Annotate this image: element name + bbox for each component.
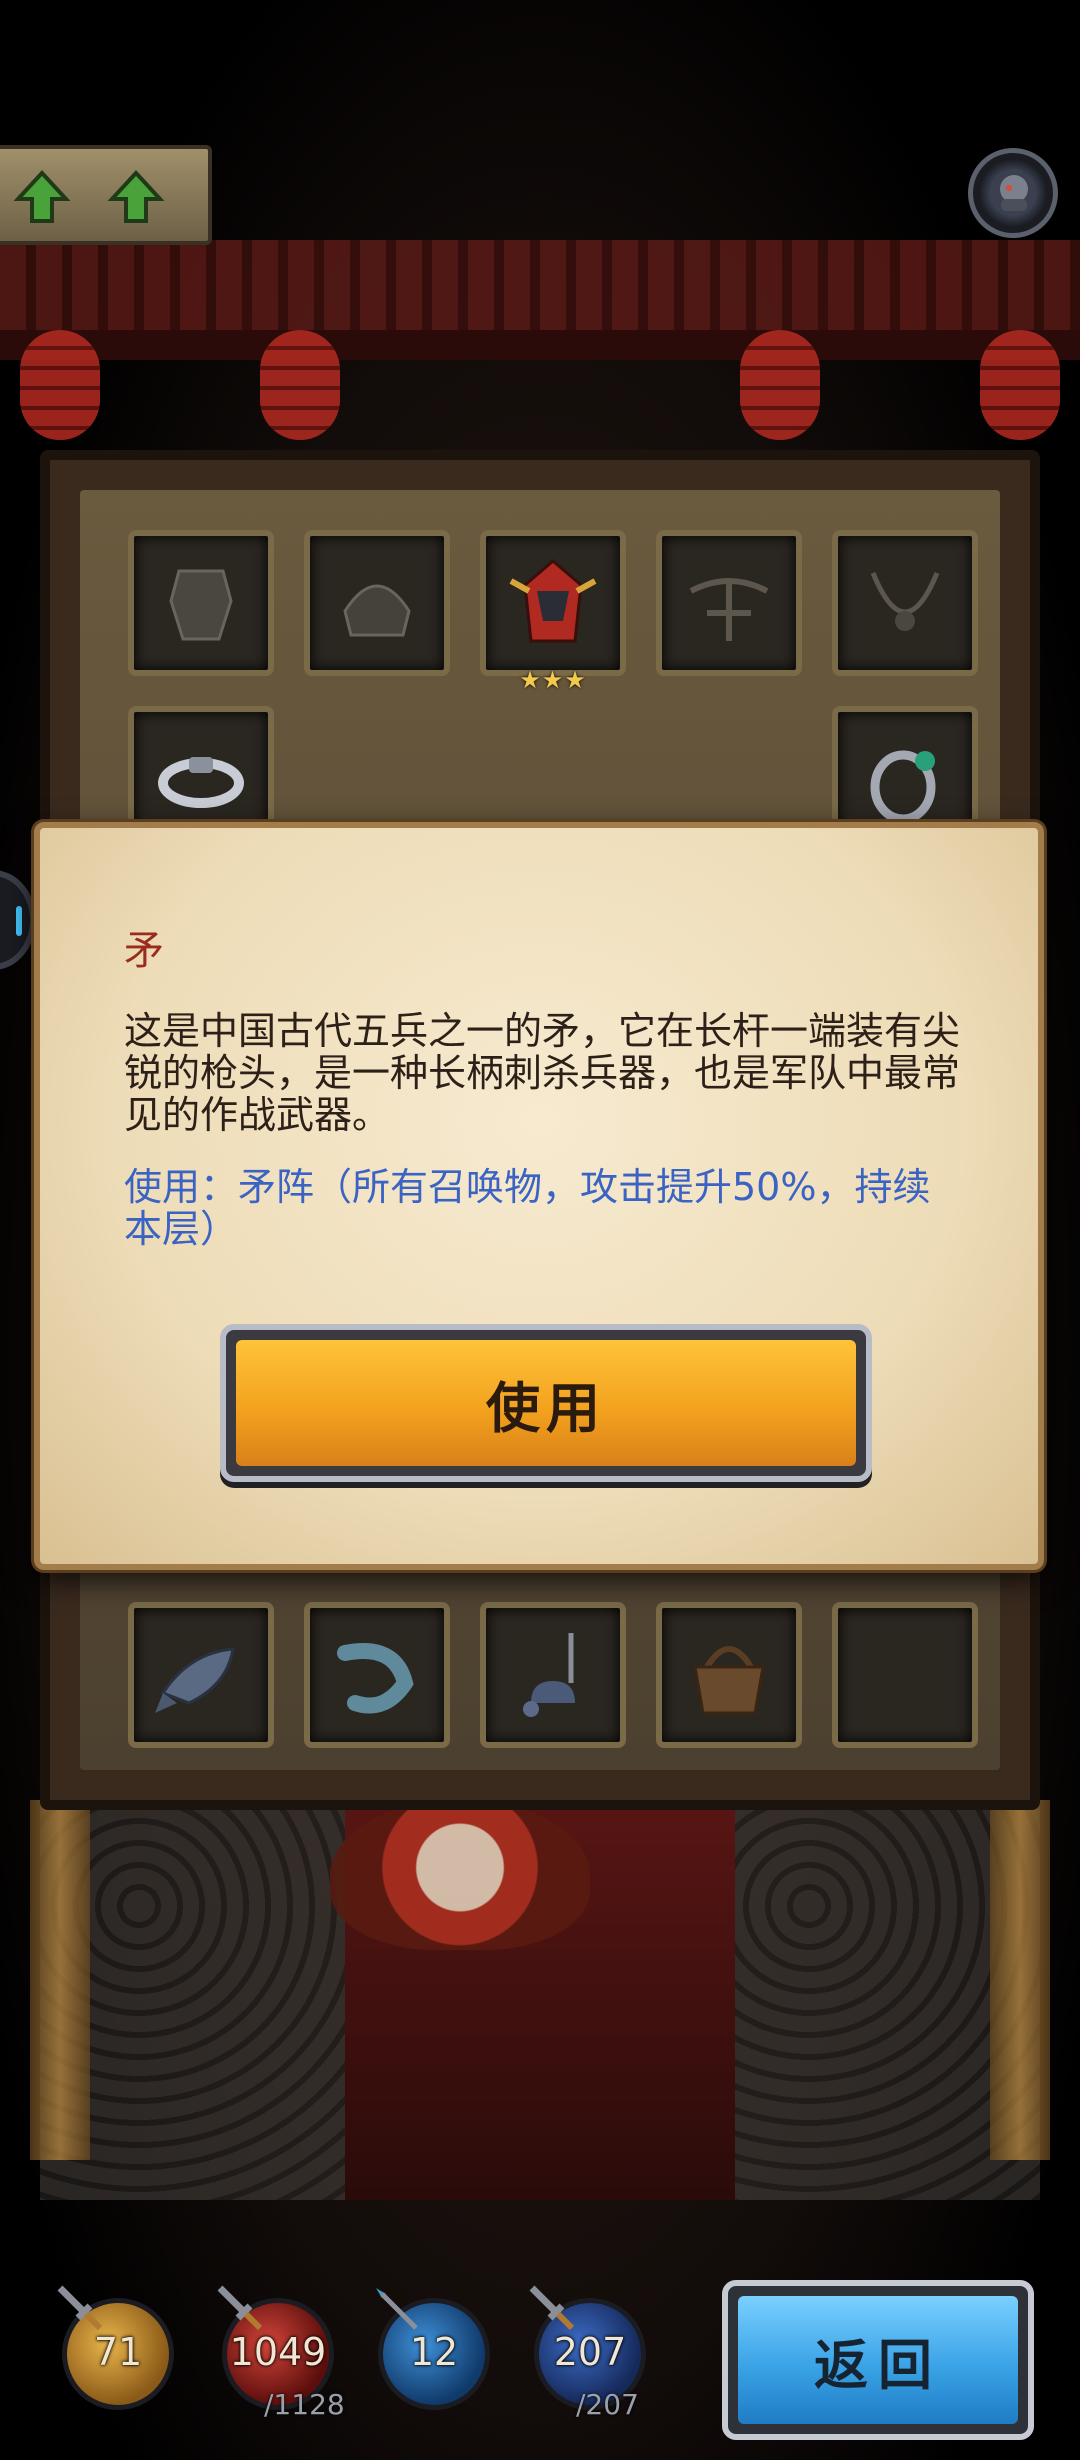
defense-stat: 12	[376, 2288, 490, 2410]
crossbow-icon	[689, 578, 769, 641]
inventory-slot[interactable]	[304, 530, 450, 676]
inventory-slot[interactable]	[128, 530, 274, 676]
hp-max: /1128	[264, 2388, 345, 2421]
red-helmet-icon	[509, 559, 597, 643]
helmet-armor-icon	[343, 584, 411, 637]
lion-dance-head	[330, 1800, 590, 1950]
use-button-label: 使用	[486, 1376, 606, 1440]
back-button-label: 返回	[814, 2333, 942, 2397]
mana-value: 207	[553, 2330, 627, 2374]
defense-value: 12	[409, 2330, 459, 2374]
basket-icon	[693, 1646, 765, 1715]
mana-stat: 207 /207	[529, 2285, 646, 2421]
dark-ring-icon	[870, 750, 936, 824]
attack-value: 71	[93, 2330, 143, 2374]
sword-icon	[57, 2285, 103, 2331]
sword-icon	[217, 2285, 263, 2331]
star-rating: ★★★	[519, 666, 587, 694]
fish-icon	[155, 1647, 235, 1713]
inventory-slot[interactable]	[304, 1602, 450, 1748]
back-button[interactable]: 返回	[722, 2280, 1034, 2440]
upgrade-arrows-panel	[0, 145, 212, 245]
up-arrow-icon[interactable]	[106, 167, 166, 227]
hp-stat: 1049 /1128	[217, 2285, 345, 2421]
roof-beam	[0, 330, 1080, 360]
lantern-decoration	[740, 330, 820, 440]
inventory-slot[interactable]	[656, 530, 802, 676]
pillar-left	[30, 1800, 90, 2160]
item-usage-effect: 使用：矛阵（所有召唤物，攻击提升50%，持续本层）	[124, 1165, 931, 1251]
up-arrow-icon[interactable]	[12, 167, 72, 227]
use-button[interactable]: 使用	[220, 1324, 872, 1482]
lantern-decoration	[980, 330, 1060, 440]
inventory-slot[interactable]	[832, 530, 978, 676]
inventory-slot[interactable]: ★★★	[480, 530, 626, 694]
bell-chain-icon	[523, 1633, 575, 1717]
use-button-face: 使用	[236, 1340, 856, 1466]
inventory-slot-empty[interactable]	[832, 1602, 978, 1748]
lantern-decoration	[20, 330, 100, 440]
necklace-icon	[870, 572, 940, 631]
item-name: 矛	[124, 928, 164, 974]
mana-max: /207	[576, 2388, 639, 2421]
hero-portrait-icon[interactable]	[968, 148, 1058, 238]
back-button-face: 返回	[738, 2296, 1018, 2424]
inventory-slot[interactable]	[656, 1602, 802, 1748]
item-description: 这是中国古代五兵之一的矛，它在长杆一端装有尖锐的枪头，是一种长柄刺杀兵器，也是军…	[124, 1009, 961, 1137]
lantern-decoration	[260, 330, 340, 440]
armor-icon	[169, 569, 233, 641]
shrimp-icon	[337, 1643, 414, 1714]
inventory-slot[interactable]	[480, 1602, 626, 1748]
silver-ring-icon	[158, 757, 244, 808]
pillar-right	[990, 1800, 1050, 2160]
attack-stat: 71	[57, 2285, 174, 2410]
sword-icon	[529, 2285, 575, 2331]
spear-icon	[376, 2288, 418, 2330]
item-detail-dialog: 矛 这是中国古代五兵之一的矛，它在长杆一端装有尖锐的枪头，是一种长柄刺杀兵器，也…	[34, 822, 1044, 1570]
inventory-slot[interactable]	[128, 1602, 274, 1748]
hp-value: 1049	[229, 2330, 327, 2374]
